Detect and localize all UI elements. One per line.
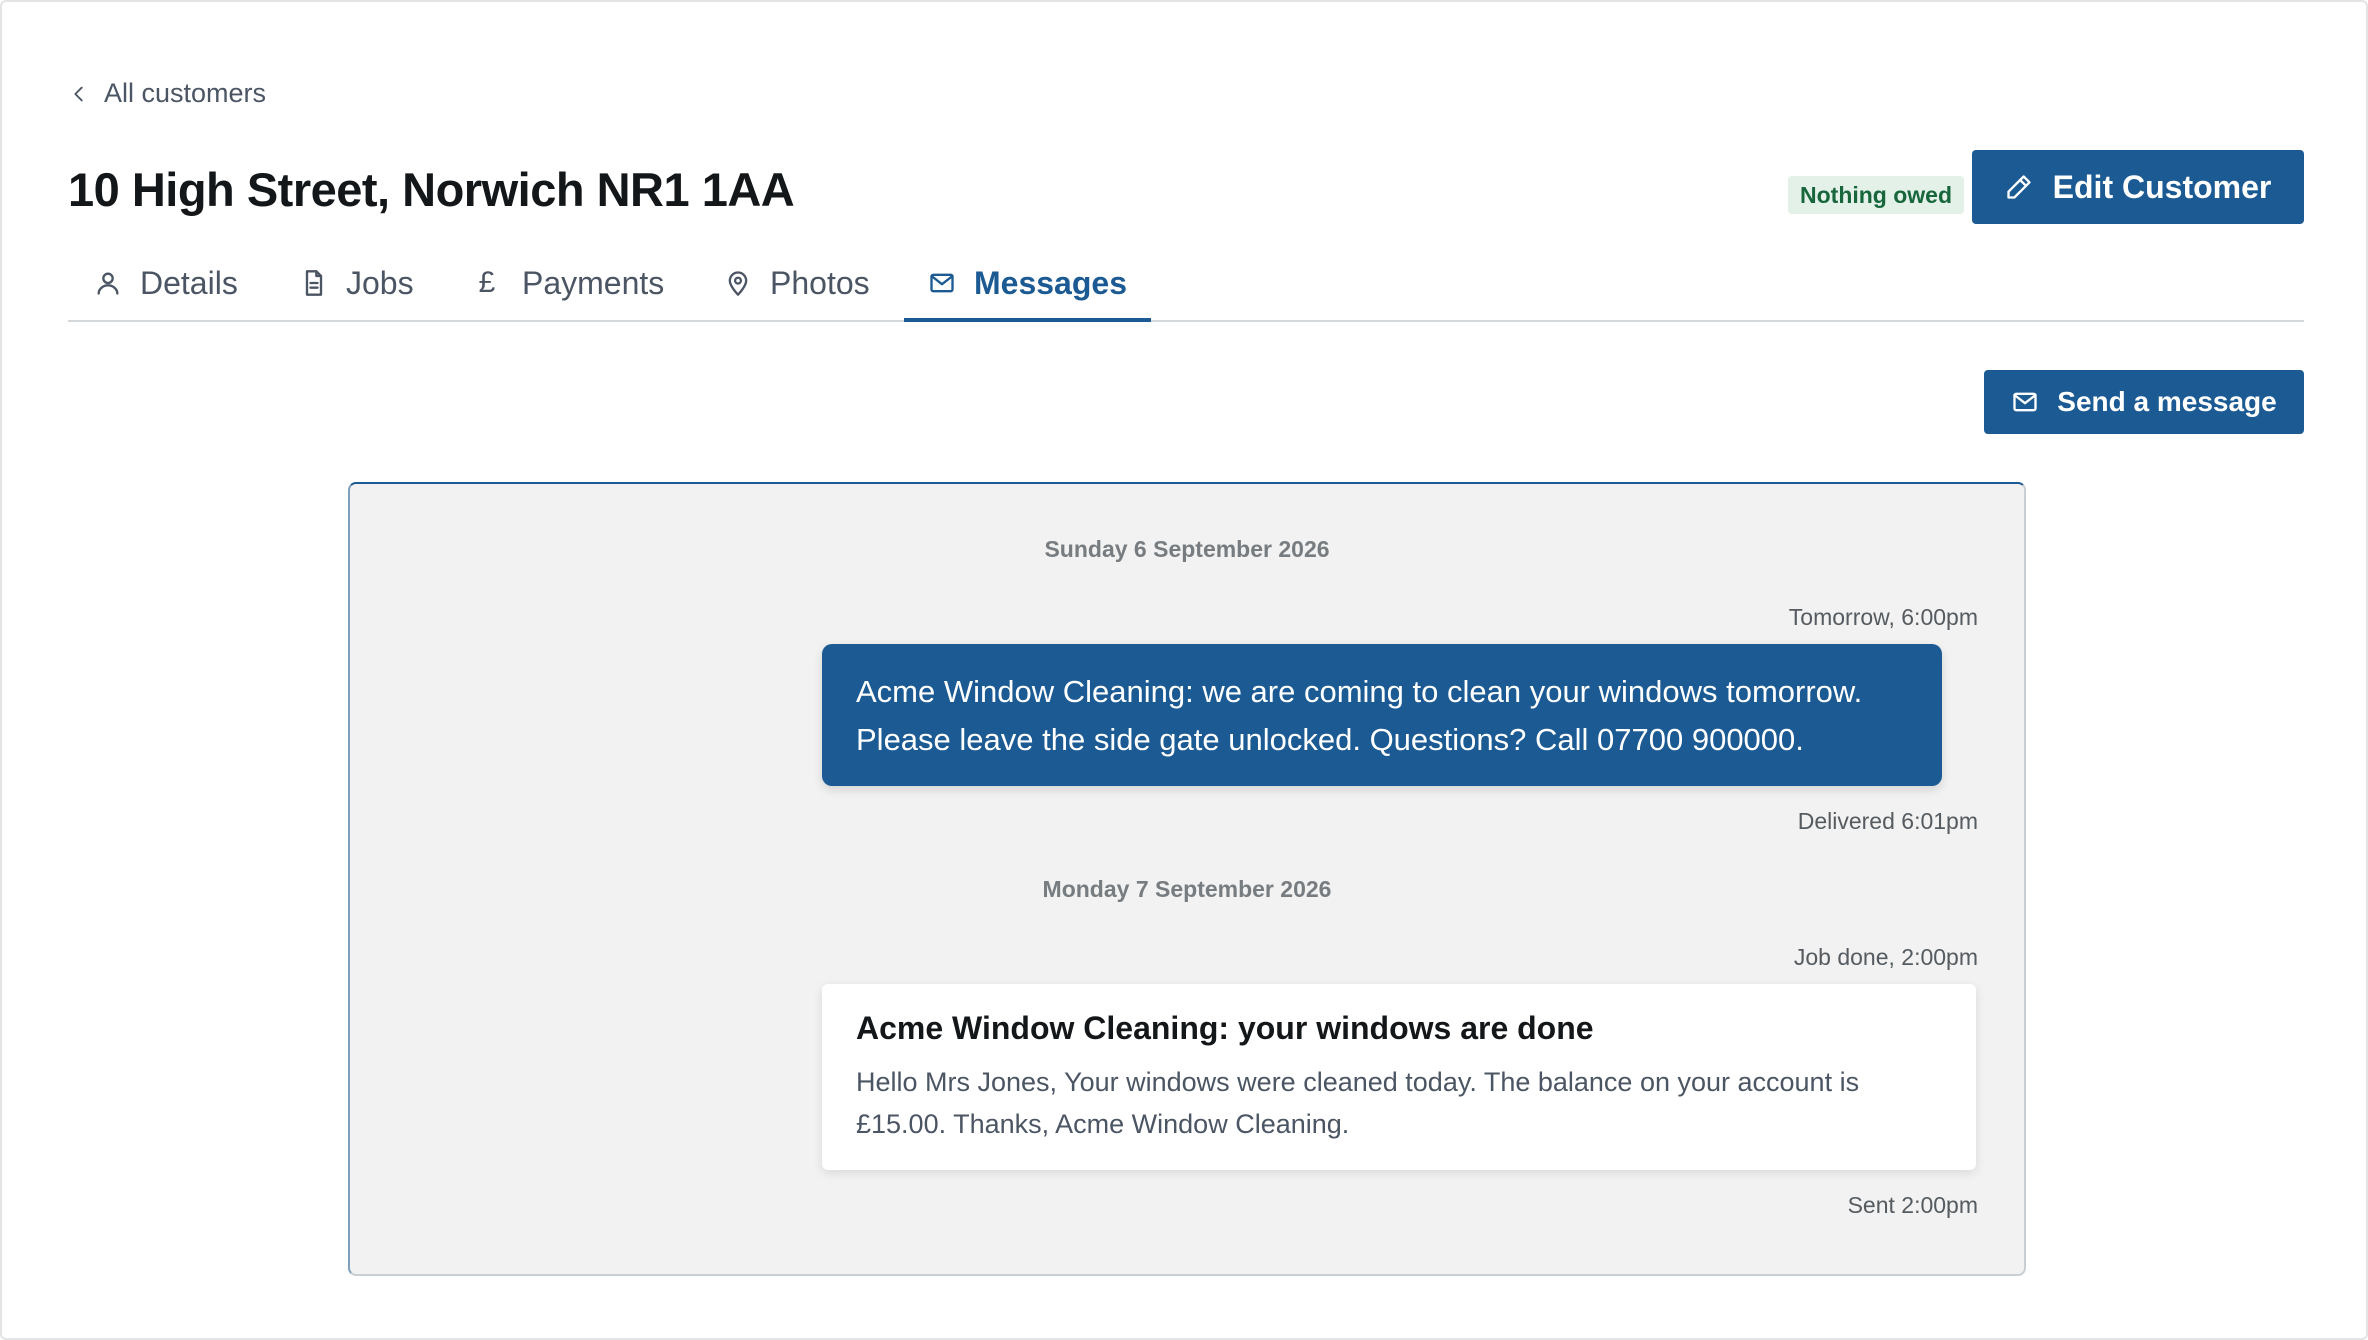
pound-icon: £ [478,266,496,299]
tab-details-label: Details [140,264,238,301]
tab-messages[interactable]: Messages [904,246,1151,322]
sms-message-bubble: Acme Window Cleaning: we are coming to c… [822,644,1942,786]
message-thread[interactable]: Sunday 6 September 2026 Tomorrow, 6:00pm… [348,482,2026,1276]
email-subject: Acme Window Cleaning: your windows are d… [856,1010,1594,1046]
chevron-left-icon [74,86,83,101]
tab-payments-label: Payments [522,264,665,301]
sms-message-text: Acme Window Cleaning: we are coming to c… [856,674,1863,757]
message-delivery-status: Delivered 6:01pm [1797,808,1978,834]
edit-customer-label: Edit Customer [2052,168,2272,205]
send-message-label: Send a message [2057,386,2277,417]
user-icon [97,272,119,295]
day-separator: Monday 7 September 2026 [1042,876,1332,902]
message-sent-status: Sent 2:00pm [1847,1192,1978,1218]
app-frame: All customers 10 High Street, Norwich NR… [0,0,2368,1340]
document-icon [305,270,323,296]
tab-details[interactable]: Details [94,246,238,320]
page-title: 10 High Street, Norwich NR1 1AA [68,163,795,216]
location-pin-icon [728,271,748,296]
pencil-icon [2006,175,2031,199]
tab-photos-label: Photos [770,264,870,301]
message-trigger-time: Job done, 2:00pm [1793,944,1978,970]
tab-jobs-label: Jobs [346,264,414,301]
day-separator: Sunday 6 September 2026 [1044,536,1330,562]
envelope-icon [930,273,954,293]
tab-jobs[interactable]: Jobs [300,246,414,320]
edit-customer-button[interactable]: Edit Customer [1972,150,2304,224]
tab-photos[interactable]: Photos [724,246,870,320]
send-message-button[interactable]: Send a message [1984,370,2304,434]
customer-tabs: Details Jobs £ Payments Photos Messages [68,246,2304,322]
tab-messages-label: Messages [974,264,1127,301]
status-badge: Nothing owed [1788,176,1965,214]
email-message-card: Acme Window Cleaning: your windows are d… [822,984,1976,1170]
email-body: Hello Mrs Jones, Your windows were clean… [856,1067,1860,1139]
tab-payments[interactable]: £ Payments [476,246,665,320]
envelope-icon [2013,392,2037,412]
message-scheduled-time: Tomorrow, 6:00pm [1788,604,1978,630]
back-link-label: All customers [104,78,267,108]
back-to-customers-link[interactable]: All customers [68,78,266,109]
